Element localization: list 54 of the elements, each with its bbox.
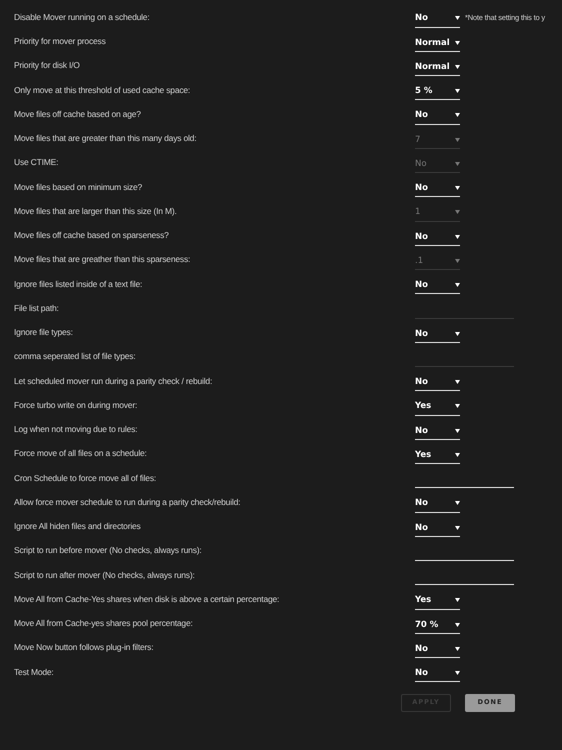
select-dropdown[interactable]: No (415, 422, 460, 440)
select-dropdown[interactable]: No (415, 180, 460, 198)
caret-icon (455, 523, 460, 532)
select-dropdown[interactable]: No (415, 496, 460, 513)
setting-label: Priority for disk I/O (14, 59, 81, 72)
setting-label: Ignore file types: (14, 326, 74, 339)
select-dropdown[interactable]: 5 % (415, 83, 460, 100)
setting-label: Log when not moving due to rules: (14, 423, 138, 436)
select-dropdown[interactable]: Normal (415, 34, 460, 52)
setting-label: Force move of all files on a schedule: (14, 447, 148, 460)
select-dropdown[interactable]: No (415, 228, 460, 246)
setting-label: Disable Mover running on a schedule: (14, 10, 150, 24)
setting-label: Cron Schedule to force move all of files: (14, 472, 158, 484)
setting-label: comma seperated list of file types: (14, 350, 137, 363)
select-dropdown[interactable]: No (415, 520, 460, 537)
setting-label: Move files off cache based on age? (14, 108, 142, 120)
setting-label: Allow force mover schedule to run during a parity check/rebuild: (14, 496, 242, 508)
caret-icon (455, 426, 460, 436)
caret-icon (455, 232, 460, 242)
setting-label: Move files that are greather than this sparseness: (14, 253, 192, 266)
setting-label: Force turbo write on during mover: (14, 398, 138, 412)
select-dropdown[interactable]: No (415, 326, 460, 343)
setting-label: Move files that are larger than this size (In M). (14, 204, 178, 218)
select-dropdown[interactable]: No (415, 10, 460, 28)
setting-label: Script to run before mover (No checks, always runs): (14, 544, 203, 557)
setting-label: Ignore files listed inside of a text file: (14, 278, 144, 290)
setting-label: Script to run after mover (No checks, always runs): (14, 568, 196, 582)
setting-label: Ignore All hiden files and directories (14, 520, 142, 533)
setting-label: Only move at this threshold of used cache space: (14, 84, 192, 96)
select-dropdown[interactable]: No (415, 374, 460, 392)
setting-label: Move All from Cache-Yes shares when disk is above a certain percentage: (14, 592, 280, 606)
setting-label: Test Mode: (14, 666, 55, 678)
caret-icon (455, 38, 460, 48)
caret-icon (455, 620, 460, 630)
select-dropdown[interactable]: No (415, 277, 460, 294)
caret-icon (455, 135, 460, 144)
select-dropdown[interactable]: Yes (415, 398, 460, 416)
setting-label: Use CTIME: (14, 156, 60, 169)
select-dropdown[interactable]: Yes (415, 592, 460, 610)
select-dropdown[interactable]: 70 % (415, 616, 460, 634)
setting-label: Priority for mover process (14, 35, 107, 48)
select-dropdown[interactable]: No (415, 665, 460, 682)
select-dropdown[interactable]: Yes (415, 447, 460, 464)
select-dropdown[interactable]: Normal (415, 59, 460, 76)
setting-label: Move files based on minimum size? (14, 180, 144, 194)
setting-label: Move files off cache based on sparseness? (14, 229, 170, 242)
setting-label: Let scheduled mover run during a parity check / rebuild: (14, 374, 214, 388)
select-dropdown[interactable]: No (415, 641, 460, 658)
setting-label: Move All from Cache-yes shares pool percentage: (14, 617, 194, 630)
setting-label: Move files that are greater than this many days old: (14, 132, 198, 145)
select-dropdown[interactable]: No (415, 108, 460, 125)
setting-label: Move Now button follows plug-in filters: (14, 641, 154, 654)
caret-icon (455, 329, 460, 338)
setting-label: File list path: (14, 302, 60, 314)
